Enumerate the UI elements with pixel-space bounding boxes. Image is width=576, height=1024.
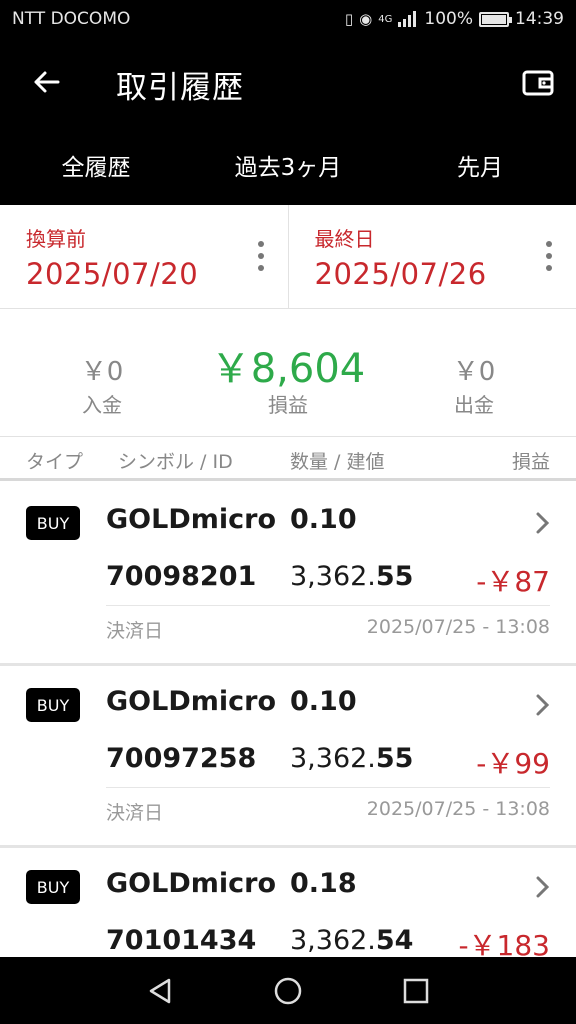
app-header: 取引履歴	[0, 40, 576, 128]
end-date-value: 2025/07/26	[314, 257, 487, 291]
settle-label: 決済日	[106, 802, 164, 824]
status-icons: ▯ ◉ 4G 100% 14:39	[345, 9, 564, 29]
end-date-label: 最終日	[314, 227, 375, 251]
price-main: 3,362.	[290, 743, 376, 774]
nav-recents-button[interactable]	[398, 973, 434, 1009]
column-header: タイプ シンボル / ID 数量 / 建値 損益	[0, 437, 576, 481]
nav-home-button[interactable]	[270, 973, 306, 1009]
trade-row[interactable]: BUY GOLDmicro 0.10 70098201 3,362.55 -￥8…	[0, 484, 576, 666]
trade-symbol: GOLDmicro	[106, 868, 276, 899]
side-badge: BUY	[26, 688, 80, 722]
signal-icon	[398, 11, 417, 27]
side-badge: BUY	[26, 506, 80, 540]
trade-qty: 0.18	[290, 868, 357, 899]
column-qty-price: 数量 / 建値	[290, 451, 385, 473]
price-decimal: 55	[375, 561, 414, 592]
start-date-value: 2025/07/20	[26, 257, 199, 291]
pnl-summary: ￥8,604 損益	[204, 309, 372, 436]
trade-pnl: -￥99	[476, 747, 550, 780]
settle-label: 決済日	[106, 620, 164, 642]
withdrawal-amount: ￥0	[452, 357, 496, 387]
trade-id: 70097258	[106, 743, 257, 774]
price-decimal: 55	[375, 743, 414, 774]
start-date-label: 換算前	[26, 227, 86, 251]
price-decimal: 54	[375, 925, 414, 956]
vibrate-icon: ▯	[344, 10, 354, 28]
price-main: 3,362.	[290, 925, 376, 956]
end-date-selector[interactable]: 最終日 2025/07/26	[287, 205, 576, 308]
trade-price: 3,362.54	[290, 925, 413, 956]
tab-all-history[interactable]: 全履歴	[0, 128, 192, 205]
back-button[interactable]	[26, 62, 66, 102]
trade-price: 3,362.55	[290, 561, 413, 592]
tab-last-month[interactable]: 先月	[384, 128, 576, 205]
trade-qty: 0.10	[290, 686, 357, 717]
withdrawal-label: 出金	[454, 393, 494, 417]
trade-id: 70101434	[106, 925, 257, 956]
date-range: 換算前 2025/07/20 最終日 2025/07/26	[0, 205, 576, 309]
chevron-right-icon	[536, 512, 550, 534]
square-recents-icon	[403, 978, 429, 1004]
withdrawal-summary: ￥0 出金	[372, 309, 576, 436]
trade-pnl: -￥87	[476, 565, 550, 598]
chevron-right-icon	[536, 876, 550, 898]
trade-id: 70098201	[106, 561, 257, 592]
trade-symbol: GOLDmicro	[106, 686, 276, 717]
row-divider	[106, 605, 550, 606]
wallet-icon	[522, 70, 554, 96]
wallet-button[interactable]	[520, 64, 556, 100]
network-type: 4G	[378, 13, 393, 25]
column-symbol-id: シンボル / ID	[118, 451, 233, 473]
column-type: タイプ	[26, 451, 84, 473]
eye-icon: ◉	[359, 10, 373, 28]
triangle-back-icon	[149, 978, 171, 1004]
battery-percent: 100%	[424, 9, 473, 29]
start-date-menu-icon[interactable]	[254, 241, 268, 271]
pnl-amount: ￥8,604	[210, 346, 366, 392]
settle-time: 2025/07/25 - 13:08	[366, 798, 550, 820]
settle-time: 2025/07/25 - 13:08	[366, 616, 550, 638]
period-tabs: 全履歴 過去3ヶ月 先月	[0, 128, 576, 205]
page-title: 取引履歴	[116, 70, 244, 106]
chevron-right-icon	[536, 694, 550, 716]
trade-symbol: GOLDmicro	[106, 504, 276, 535]
pnl-label: 損益	[268, 393, 308, 417]
trade-row[interactable]: BUY GOLDmicro 0.10 70097258 3,362.55 -￥9…	[0, 666, 576, 848]
nav-back-button[interactable]	[142, 973, 178, 1009]
system-nav-bar	[0, 957, 576, 1024]
arrow-left-icon	[34, 71, 60, 93]
row-divider	[106, 787, 550, 788]
deposit-label: 入金	[82, 393, 122, 417]
carrier-name: NTT DOCOMO	[12, 9, 131, 29]
circle-home-icon	[274, 977, 302, 1005]
battery-icon	[479, 11, 512, 27]
deposit-summary: ￥0 入金	[0, 309, 204, 436]
clock: 14:39	[515, 9, 564, 29]
deposit-amount: ￥0	[80, 357, 124, 387]
trade-price: 3,362.55	[290, 743, 413, 774]
status-bar: NTT DOCOMO ▯ ◉ 4G 100% 14:39	[0, 0, 576, 40]
tab-last-3-months[interactable]: 過去3ヶ月	[192, 128, 384, 205]
start-date-selector[interactable]: 換算前 2025/07/20	[0, 205, 288, 308]
summary-panel: ￥0 入金 ￥8,604 損益 ￥0 出金	[0, 309, 576, 437]
column-pnl: 損益	[511, 451, 550, 473]
end-date-menu-icon[interactable]	[542, 241, 556, 271]
price-main: 3,362.	[290, 561, 376, 592]
side-badge: BUY	[26, 870, 80, 904]
trade-qty: 0.10	[290, 504, 357, 535]
